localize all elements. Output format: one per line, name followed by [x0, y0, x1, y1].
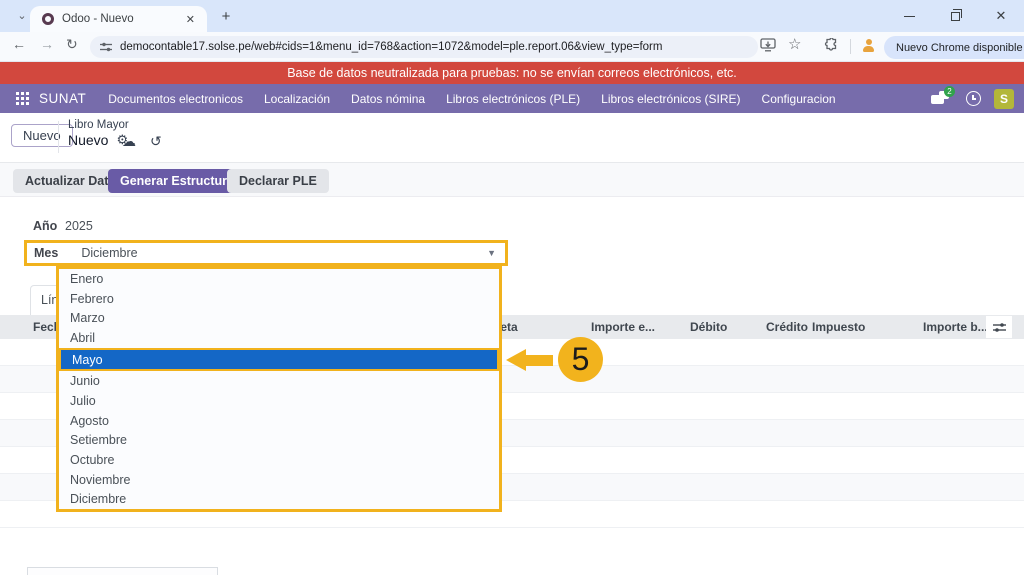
odoo-favicon-icon: [42, 13, 54, 25]
col-importe-b[interactable]: Importe b...: [923, 315, 988, 339]
site-info-icon[interactable]: [100, 41, 112, 53]
option-mayo-selected[interactable]: Mayo: [59, 348, 499, 372]
bookmark-star-icon[interactable]: ☆: [788, 35, 801, 53]
profile-avatar-icon[interactable]: [862, 39, 875, 52]
odoo-main-nav: SUNAT Documentos electronicos Localizaci…: [0, 84, 1024, 113]
year-value[interactable]: 2025: [65, 219, 93, 233]
new-tab-button[interactable]: +: [216, 7, 236, 27]
chrome-update-button[interactable]: Nuevo Chrome disponible ⋮: [884, 36, 1024, 59]
option-diciembre[interactable]: Diciembre: [59, 489, 499, 509]
statusbar: Actualizar Datos Generar Estructuras Dec…: [0, 162, 1024, 196]
breadcrumb-current: Nuevo: [68, 132, 108, 148]
minimize-button[interactable]: [886, 0, 932, 32]
control-panel: Nuevo Libro Mayor Nuevo ⚙ ☁ ↺: [0, 113, 1024, 162]
option-enero[interactable]: Enero: [59, 269, 499, 289]
messages-badge: 2: [944, 86, 955, 97]
toolbar-divider: [850, 39, 851, 54]
window-controls: ✕: [886, 0, 1024, 32]
browser-titlebar: ⌄ Odoo - Nuevo ✕ + ✕: [0, 0, 1024, 32]
option-junio[interactable]: Junio: [59, 371, 499, 391]
option-noviembre[interactable]: Noviembre: [59, 470, 499, 490]
month-field[interactable]: Mes Diciembre ▼: [24, 240, 508, 266]
apps-grid-icon[interactable]: [16, 92, 29, 105]
breadcrumb: Libro Mayor Nuevo ⚙: [68, 119, 129, 148]
option-julio[interactable]: Julio: [59, 391, 499, 411]
menu-documentos-electronicos[interactable]: Documentos electronicos: [108, 92, 243, 106]
option-febrero[interactable]: Febrero: [59, 289, 499, 309]
reload-icon[interactable]: ↻: [66, 36, 78, 53]
tab-title: Odoo - Nuevo: [62, 13, 182, 25]
back-icon[interactable]: ←: [12, 36, 26, 52]
discard-undo-icon[interactable]: ↺: [150, 133, 162, 150]
col-impuesto[interactable]: Impuesto: [812, 315, 865, 339]
col-credito[interactable]: Crédito: [766, 315, 808, 339]
browser-window: ⌄ Odoo - Nuevo ✕ + ✕ ← → ↻ democontable1…: [0, 0, 1024, 575]
forward-icon[interactable]: →: [40, 36, 54, 52]
menu-libros-sire[interactable]: Libros electrónicos (SIRE): [601, 92, 740, 106]
menu-libros-ple[interactable]: Libros electrónicos (PLE): [446, 92, 580, 106]
menu-localizacion[interactable]: Localización: [264, 92, 330, 106]
col-debito[interactable]: Débito: [690, 315, 727, 339]
send-to-device-icon[interactable]: [760, 38, 776, 52]
year-label: Año: [33, 219, 57, 233]
breadcrumb-parent[interactable]: Libro Mayor: [68, 119, 129, 131]
neutralized-db-banner: Base de datos neutralizada para pruebas:…: [0, 62, 1024, 84]
option-setiembre[interactable]: Setiembre: [59, 430, 499, 450]
option-marzo[interactable]: Marzo: [59, 308, 499, 328]
app-brand[interactable]: SUNAT: [39, 91, 86, 106]
optional-columns-icon[interactable]: [986, 316, 1012, 338]
new-record-button[interactable]: Nuevo: [11, 124, 73, 147]
menu-configuracion[interactable]: Configuracion: [762, 92, 836, 106]
close-button[interactable]: ✕: [978, 0, 1024, 32]
messages-icon[interactable]: 2: [931, 90, 953, 108]
tab-close-icon[interactable]: ✕: [182, 13, 199, 26]
sheet-top-border: [0, 196, 1024, 197]
month-value[interactable]: Diciembre: [81, 246, 137, 260]
breadcrumb-divider: [58, 121, 59, 153]
option-agosto[interactable]: Agosto: [59, 411, 499, 431]
save-cloud-icon[interactable]: ☁: [122, 133, 136, 150]
option-abril[interactable]: Abril: [59, 328, 499, 348]
activities-clock-icon[interactable]: [966, 91, 981, 106]
month-label: Mes: [34, 246, 58, 260]
restore-button[interactable]: [932, 0, 978, 32]
annotation-step-badge: 5: [558, 337, 603, 382]
year-field-row: Año 2025: [33, 219, 57, 233]
col-importe-e[interactable]: Importe e...: [591, 315, 655, 339]
annotation-arrow-icon: [506, 349, 554, 371]
dropdown-caret-icon[interactable]: ▼: [487, 248, 496, 258]
url-bar[interactable]: democontable17.solse.pe/web#cids=1&menu_…: [90, 36, 758, 58]
declarar-ple-button[interactable]: Declarar PLE: [227, 169, 329, 193]
bottom-partial-element: [27, 567, 218, 575]
option-octubre[interactable]: Octubre: [59, 450, 499, 470]
url-text[interactable]: democontable17.solse.pe/web#cids=1&menu_…: [120, 41, 662, 53]
user-avatar[interactable]: S: [994, 89, 1014, 109]
month-dropdown: Enero Febrero Marzo Abril Mayo Junio Jul…: [56, 266, 502, 512]
menu-datos-nomina[interactable]: Datos nómina: [351, 92, 425, 106]
browser-tab[interactable]: Odoo - Nuevo ✕: [30, 6, 207, 32]
extensions-puzzle-icon[interactable]: [824, 38, 839, 53]
